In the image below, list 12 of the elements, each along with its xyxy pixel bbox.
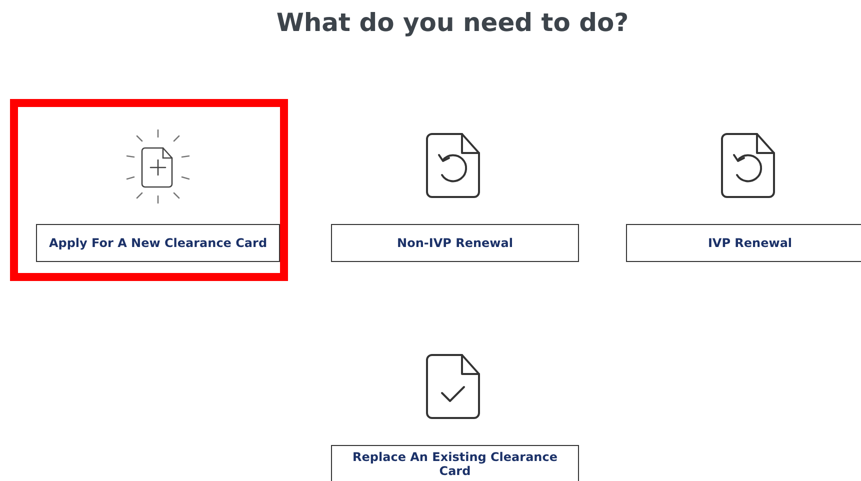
option-button[interactable]: Replace An Existing Clearance Card — [331, 445, 579, 481]
option-card[interactable]: IVP Renewal — [600, 99, 861, 281]
option-card[interactable]: Replace An Existing Clearance Card — [305, 320, 583, 481]
document-undo-icon — [425, 132, 481, 200]
option-button[interactable]: Non-IVP Renewal — [331, 224, 579, 262]
document-check-icon — [425, 352, 481, 420]
option-card[interactable]: Non-IVP Renewal — [305, 99, 583, 281]
option-button[interactable]: Apply For A New Clearance Card — [36, 224, 280, 262]
option-button[interactable]: IVP Renewal — [626, 224, 861, 262]
option-card[interactable]: Apply For A New Clearance Card — [10, 99, 288, 281]
page-heading: What do you need to do? — [275, 7, 630, 39]
document-undo-icon — [720, 132, 776, 200]
